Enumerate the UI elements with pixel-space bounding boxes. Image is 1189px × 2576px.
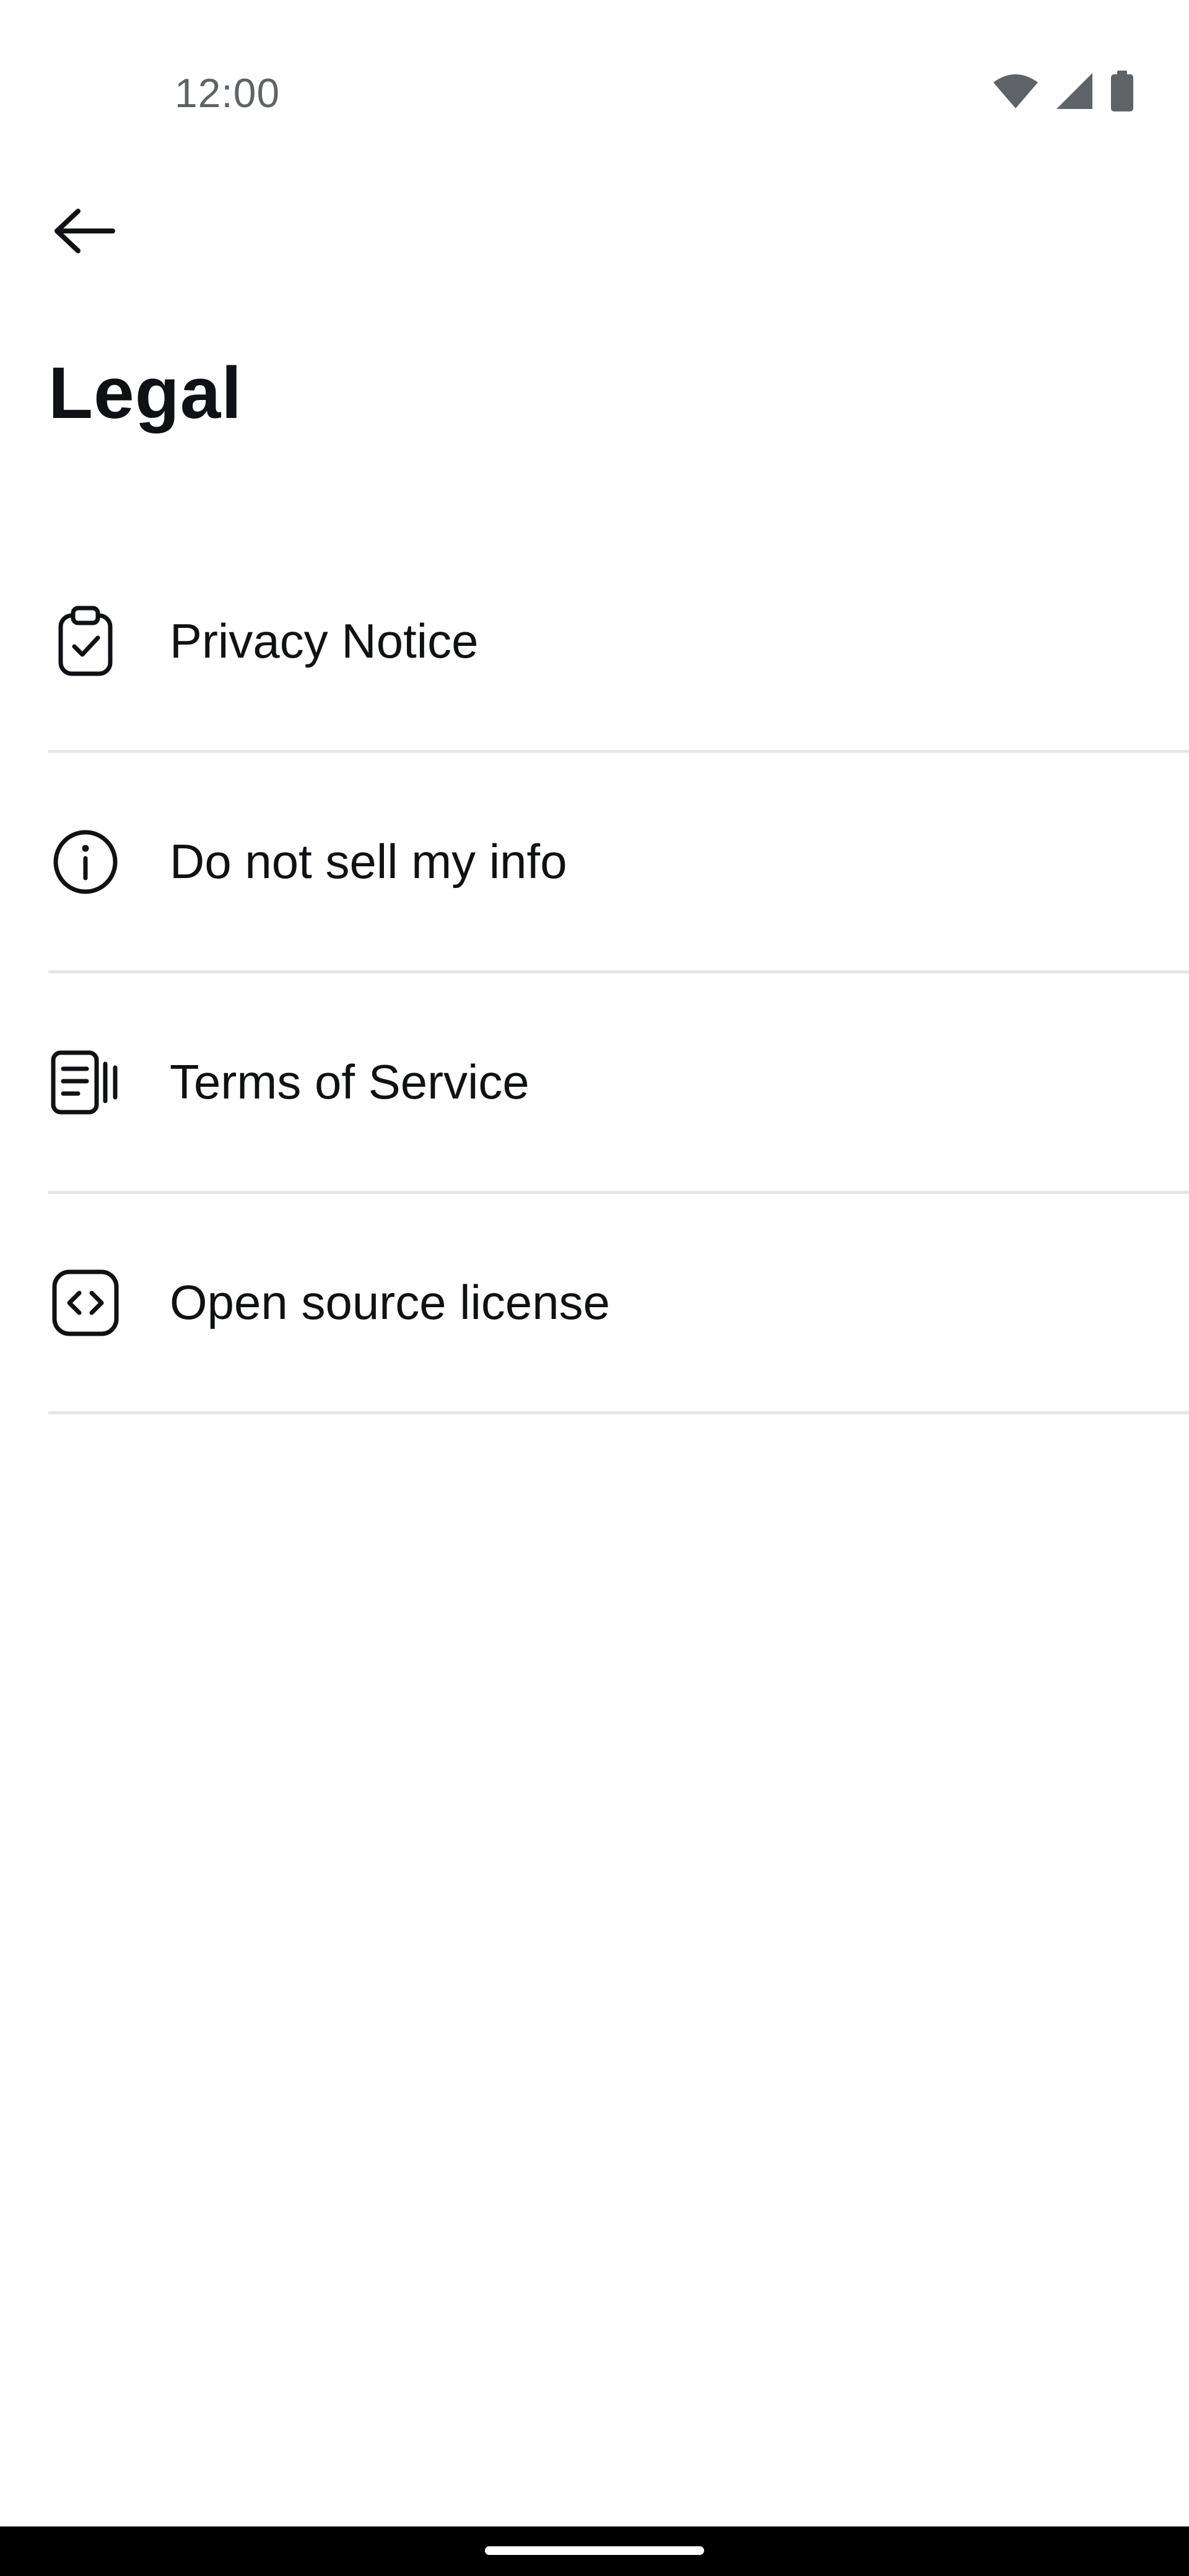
status-icons — [992, 69, 1135, 113]
clipboard-check-icon — [48, 604, 123, 679]
terms-of-service-label: Terms of Service — [170, 1055, 529, 1109]
list-item-open-source-license[interactable]: Open source license — [48, 1194, 1189, 1414]
document-lines-icon — [48, 1045, 123, 1120]
wifi-icon — [992, 72, 1039, 110]
list-item-privacy-notice[interactable]: Privacy Notice — [48, 533, 1189, 753]
legal-screen: 12:00 Legal Privacy Notice Do not sell m… — [0, 0, 1189, 2576]
status-bar: 12:00 — [0, 0, 1189, 186]
legal-list: Privacy Notice Do not sell my info Terms… — [48, 533, 1189, 1414]
arrow-left-icon — [51, 207, 116, 258]
code-brackets-icon — [48, 1266, 123, 1340]
list-item-terms-of-service[interactable]: Terms of Service — [48, 973, 1189, 1194]
back-button[interactable] — [43, 192, 124, 272]
privacy-notice-label: Privacy Notice — [170, 614, 479, 668]
do-not-sell-label: Do not sell my info — [170, 834, 567, 889]
home-gesture-handle[interactable] — [485, 2546, 704, 2555]
list-item-do-not-sell[interactable]: Do not sell my info — [48, 753, 1189, 973]
battery-icon — [1110, 71, 1135, 111]
info-circle-icon — [48, 825, 123, 899]
open-source-license-label: Open source license — [170, 1275, 611, 1329]
cellular-signal-icon — [1055, 72, 1094, 110]
status-time: 12:00 — [175, 70, 281, 116]
page-title: Legal — [48, 352, 243, 434]
navigation-bar — [0, 2526, 1189, 2576]
